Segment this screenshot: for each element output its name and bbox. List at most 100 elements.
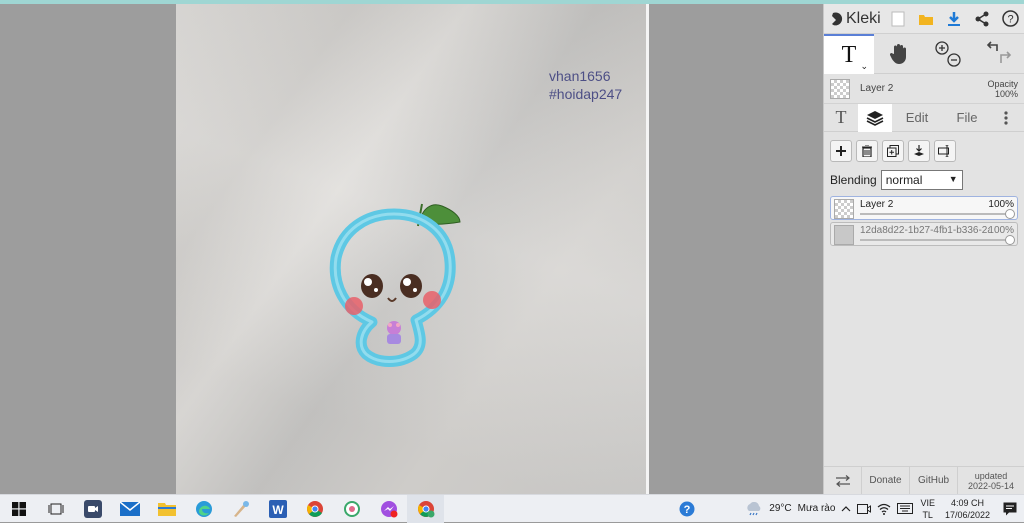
download-icon[interactable] [944,9,964,29]
kleki-logo-icon [832,11,843,25]
blending-label: Blending [830,173,877,187]
current-layer-info[interactable]: Layer 2 Opacity 100% [824,74,1024,104]
text-tab-icon: T [835,107,847,127]
input-language[interactable]: VIE TL [916,497,939,521]
word-icon: W [268,499,287,518]
hand-tool[interactable] [874,34,924,74]
layer-opacity-handle[interactable] [1005,209,1015,219]
updated-info: updated 2022-05-14 [958,471,1024,491]
swap-side-icon[interactable] [824,466,862,495]
text-tool-label: T [841,41,857,68]
undo-redo-icon [986,41,1012,63]
keyboard-icon[interactable] [894,495,916,523]
open-folder-icon[interactable] [916,9,936,29]
svg-text:?: ? [1007,14,1013,26]
layer-opacity-handle[interactable] [1005,235,1015,245]
text-tool[interactable]: T ⌄ [824,34,874,74]
canvas-text-username: vhan1656 [549,68,611,84]
canvas-text-hashtag: #hoidap247 [549,86,623,102]
sidebar-tabs: T Edit File [824,103,1024,132]
system-tray: ? 29°C Mưa rào VIE TL 4:09 CH 17/06/2022 [676,495,1024,523]
new-image-icon[interactable] [888,9,908,29]
taskbar-app-word[interactable]: W [259,495,296,523]
camera-tray-icon[interactable] [854,495,874,523]
help-tray-icon[interactable]: ? [676,495,698,523]
taskbar-app-chrome[interactable] [296,495,333,523]
drawing-canvas[interactable]: vhan1656 #hoidap247 [176,4,649,494]
svg-text:W: W [272,503,284,517]
current-layer-name: Layer 2 [860,83,894,94]
blending-value: normal [885,173,923,187]
tool-row: T ⌄ [824,34,1024,74]
layer-item[interactable]: Layer 2 100% [830,196,1018,220]
blending-select[interactable]: normal ▼ [880,170,963,190]
share-icon[interactable] [972,9,992,29]
sidebar-footer: Donate GitHub updated 2022-05-14 [824,466,1024,495]
rename-layer-button[interactable] [934,140,956,162]
undo-redo-tool[interactable] [974,34,1024,74]
messenger-icon [380,500,397,517]
taskbar-app-messenger[interactable] [370,495,407,523]
task-view-button[interactable] [37,495,74,523]
add-layer-button[interactable] [830,140,852,162]
plus-icon [836,146,846,156]
taskbar-app-paint[interactable] [222,495,259,523]
show-hidden-icons-chevron-icon[interactable] [838,495,854,523]
duplicate-layer-button[interactable] [882,140,904,162]
donate-link[interactable]: Donate [862,466,910,495]
zoom-in-out-icon [935,41,961,67]
folder-icon [157,502,176,516]
chrome-icon [306,500,323,517]
tab-edit[interactable]: Edit [892,104,942,132]
duplicate-icon [887,145,899,157]
rain-cloud-icon [747,501,761,515]
help-icon[interactable]: ? [1000,9,1020,29]
layer-opacity-slider[interactable] [860,239,1009,241]
layer-opacity-slider[interactable] [860,213,1009,215]
taskbar-app-edge[interactable] [185,495,222,523]
paint-brush-icon [233,500,249,517]
kleki-logo[interactable]: Kleki [830,10,881,28]
tab-file[interactable]: File [942,104,992,132]
sidebar-header: Kleki ? [824,4,1024,34]
zoom-tool[interactable] [924,34,974,74]
clock-date: 17/06/2022 [944,509,990,520]
tab-layers[interactable] [858,103,892,132]
github-link[interactable]: GitHub [910,466,958,495]
weather-description: Mưa rào [797,503,836,514]
tab-text[interactable]: T [824,104,858,132]
tool-options-caret-icon[interactable]: ⌄ [860,61,868,72]
layer-button-row [830,140,1018,162]
layer-thumbnail [834,225,854,245]
layer-item[interactable]: 12da8d22-1b27-4fb1-b336-2a 100% [830,222,1018,246]
blending-row: Blending normal ▼ [830,170,1018,190]
edge-browser-icon [195,500,212,517]
svg-text:?: ? [684,504,691,516]
zoom-app-icon [83,499,102,518]
task-view-icon [48,503,63,514]
layer-thumbnail [834,199,854,219]
clock-time: 4:09 CH [950,497,984,508]
merge-down-button[interactable] [908,140,930,162]
merge-down-icon [914,145,924,156]
start-button[interactable] [0,495,37,523]
updated-date: 2022-05-14 [967,480,1015,491]
more-menu-icon[interactable] [992,104,1020,132]
weather-widget[interactable]: 29°C Mưa rào [742,495,838,523]
language-mode: TL [922,509,933,520]
taskbar-app-chrome-profile[interactable] [407,494,444,523]
wifi-icon[interactable] [874,495,894,523]
photos-app-icon [343,500,360,517]
updated-label: updated [974,470,1008,481]
notification-center-icon[interactable] [996,495,1024,523]
delete-layer-button[interactable] [856,140,878,162]
layers-panel: Blending normal ▼ Layer 2 100% 12da8d22-… [824,132,1024,254]
opacity-label: Opacity [987,78,1018,89]
taskbar-app-photos[interactable] [333,495,370,523]
taskbar-app-zoom[interactable] [74,495,111,523]
opacity-readout: Opacity 100% [987,79,1018,99]
clock[interactable]: 4:09 CH 17/06/2022 [939,497,996,521]
windows-taskbar: W ? 29°C Mưa rào VIE TL 4:09 CH 17/06/20… [0,494,1024,523]
taskbar-app-file-explorer[interactable] [148,495,185,523]
taskbar-app-mail[interactable] [111,495,148,523]
